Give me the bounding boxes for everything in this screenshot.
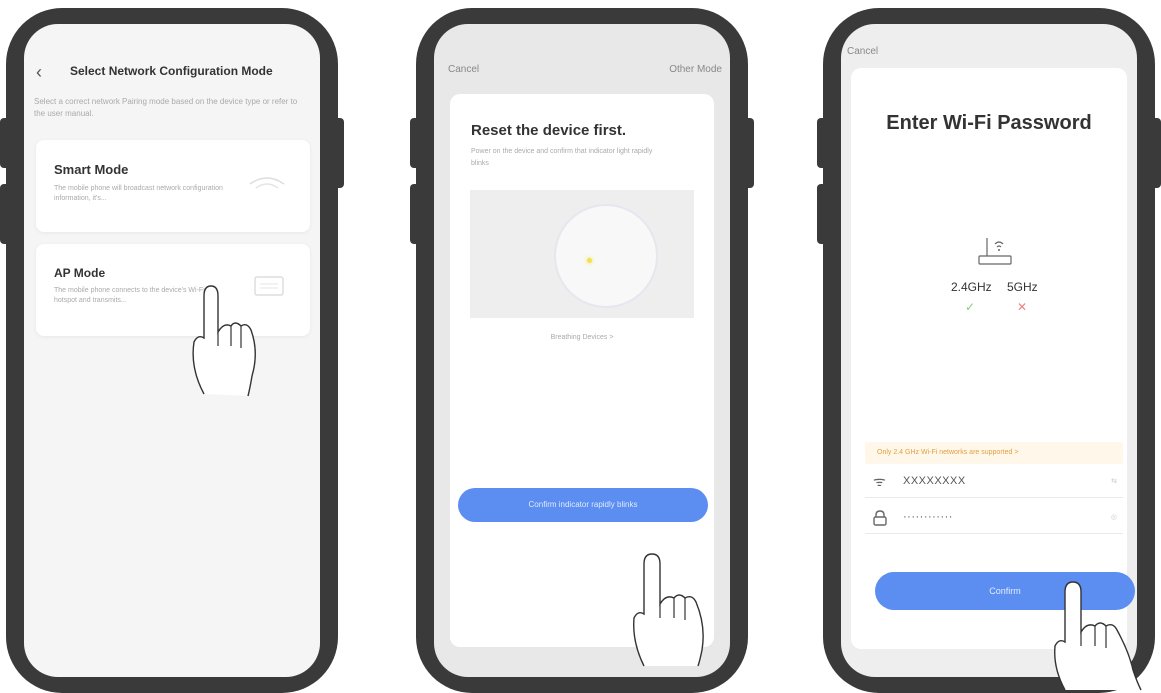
wifi-name-field[interactable]: ᯤ XXXXXXXX ⇆ [865, 468, 1123, 498]
phone-side-button-top [0, 118, 10, 168]
back-icon[interactable]: ‹ [36, 62, 42, 83]
smart-mode-wave-icon [249, 177, 285, 189]
phone-power-button [334, 118, 344, 188]
ap-mode-title: AP Mode [54, 266, 106, 280]
smart-mode-title: Smart Mode [54, 162, 129, 177]
phone-power-button [744, 118, 754, 188]
password-sheet: Enter Wi-Fi Password 2.4GHz 5GHz ✓ ✕ Onl… [851, 68, 1135, 649]
check-icon: ✓ [965, 300, 976, 314]
phone-reset-device: Cancel Other Mode Reset the device first… [410, 8, 754, 693]
phone-side-button-bottom [817, 184, 827, 244]
switch-network-icon[interactable]: ⇆ [1111, 477, 1117, 485]
ap-mode-description: The mobile phone connects to the device'… [54, 287, 205, 304]
password-value[interactable]: ············ [903, 511, 953, 523]
ap-mode-card[interactable]: AP Mode The mobile phone connects to the… [36, 244, 310, 336]
cancel-link[interactable]: Cancel [448, 64, 479, 75]
screen-select-mode: ‹ Select Network Configuration Mode Sele… [24, 24, 320, 677]
phone-side-button-bottom [0, 184, 10, 244]
screen-wifi-password: Cancel Enter Wi-Fi Password 2.4GHz 5GHz … [841, 24, 1137, 677]
field-divider [865, 533, 1123, 534]
phone-select-mode: ‹ Select Network Configuration Mode Sele… [0, 8, 344, 693]
password-field[interactable]: ············ ◎ [865, 504, 1123, 534]
wifi-name-value[interactable]: XXXXXXXX [903, 475, 966, 487]
band-24ghz-label: 2.4GHz [951, 280, 992, 294]
field-divider [865, 497, 1123, 498]
indicator-light-icon [587, 258, 592, 263]
smart-mode-description: The mobile phone will broadcast network … [54, 185, 223, 202]
screen-reset-device: Cancel Other Mode Reset the device first… [434, 24, 730, 677]
page-description: Select a correct network Pairing mode ba… [34, 97, 298, 118]
cross-icon: ✕ [1017, 300, 1028, 314]
reset-title: Reset the device first. [471, 122, 627, 139]
show-password-icon[interactable]: ◎ [1111, 513, 1117, 521]
device-illustration [470, 190, 694, 318]
band-warning-link[interactable]: Only 2.4 GHz Wi-Fi networks are supporte… [865, 442, 1123, 464]
other-mode-link[interactable]: Other Mode [669, 64, 722, 75]
page-title: Select Network Configuration Mode [70, 64, 273, 78]
wifi-password-title: Enter Wi-Fi Password [886, 112, 1092, 134]
phone-side-button-top [410, 118, 420, 168]
confirm-blink-button[interactable]: Confirm indicator rapidly blinks [458, 488, 708, 522]
router-icon [978, 238, 1012, 265]
confirm-button[interactable]: Confirm [875, 572, 1135, 610]
phone-power-button [1151, 118, 1161, 188]
ap-mode-device-icon [254, 276, 284, 296]
lock-icon [873, 510, 887, 526]
band-5ghz-label: 5GHz [1007, 280, 1038, 294]
phone-side-button-bottom [410, 184, 420, 244]
header: ‹ Select Network Configuration Mode [24, 62, 320, 86]
wifi-icon: ᯤ [873, 473, 886, 489]
reset-sheet: Reset the device first. Power on the dev… [450, 94, 714, 647]
cancel-link[interactable]: Cancel [847, 46, 878, 57]
phone-wifi-password: Cancel Enter Wi-Fi Password 2.4GHz 5GHz … [817, 8, 1161, 693]
reset-description: Power on the device and confirm that ind… [471, 148, 653, 167]
smart-mode-card[interactable]: Smart Mode The mobile phone will broadca… [36, 140, 310, 232]
phone-side-button-top [817, 118, 827, 168]
device-image [554, 204, 658, 308]
breathing-devices-link[interactable]: Breathing Devices > [450, 334, 714, 341]
